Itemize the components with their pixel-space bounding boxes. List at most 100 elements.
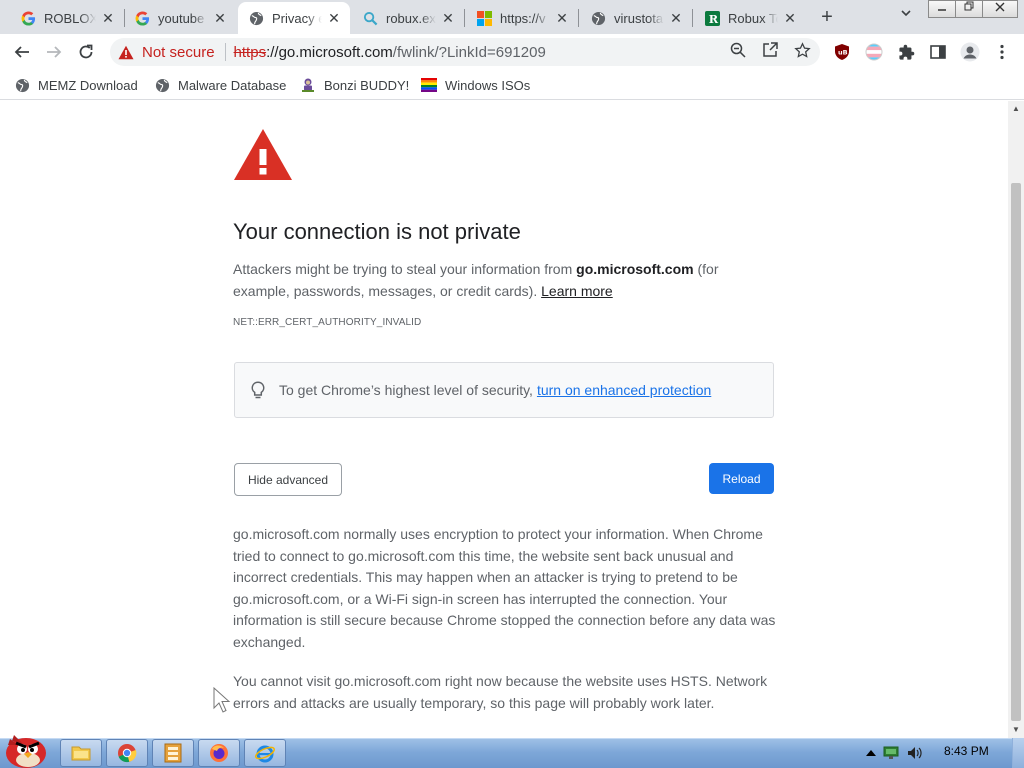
enhanced-protection-box: To get Chrome’s highest level of securit… [234, 362, 774, 418]
pride-extension[interactable] [864, 42, 884, 62]
taskbar-chrome[interactable] [106, 739, 148, 767]
ublock-extension[interactable]: uB [832, 42, 852, 62]
tab-divider [692, 9, 693, 27]
address-bar[interactable]: Not secure https://go.microsoft.com/fwli… [110, 38, 820, 66]
bookmark-bonzi-buddy[interactable]: Bonzi BUDDY! [300, 76, 409, 94]
reload-toolbar-button[interactable] [73, 39, 99, 65]
bookmark-windows-isos[interactable]: Windows ISOs [421, 76, 530, 94]
tab-title: robux.ex [386, 10, 436, 26]
menu-button[interactable] [992, 42, 1012, 62]
close-icon[interactable]: ✕ [326, 10, 342, 26]
close-icon[interactable]: ✕ [554, 10, 570, 26]
show-desktop-button[interactable] [1012, 738, 1024, 768]
url-text[interactable]: https://go.microsoft.com/fwlink/?LinkId=… [234, 44, 546, 61]
star-icon [793, 41, 811, 58]
tray-network[interactable] [882, 744, 900, 762]
close-icon[interactable]: ✕ [212, 10, 228, 26]
details-paragraph: You cannot visit go.microsoft.com right … [233, 673, 768, 711]
profile-button[interactable] [960, 42, 980, 62]
scrollbar-thumb[interactable] [1011, 183, 1021, 721]
tray-volume[interactable] [906, 744, 924, 762]
url-path: /fwlink/?LinkId=691209 [392, 43, 546, 61]
share-button[interactable] [759, 39, 781, 61]
interstitial-page: Your connection is not private Attackers… [0, 101, 1008, 738]
globe-icon [14, 77, 30, 93]
bookmark-malware-database[interactable]: Malware Database [154, 76, 286, 94]
learn-more-link[interactable]: Learn more [541, 283, 613, 299]
tab-title: virustota [614, 10, 664, 26]
close-icon[interactable]: ✕ [440, 10, 456, 26]
ie-icon [255, 745, 275, 763]
enhanced-protection-text: To get Chrome’s highest level of securit… [279, 382, 533, 398]
tab-title: ROBLOX [44, 10, 96, 26]
tab-privacy-error[interactable]: Privacy e ✕ [238, 2, 350, 34]
taskbar-internet-explorer[interactable] [244, 739, 286, 767]
url-scheme: https [233, 43, 267, 61]
tab-youtube[interactable]: youtube ✕ [124, 2, 236, 34]
puzzle-icon [898, 44, 914, 60]
tab-title: Robux To [728, 10, 778, 26]
chevron-up-icon [866, 750, 876, 756]
minimize-icon [938, 9, 946, 11]
tab-search-button[interactable] [894, 6, 918, 30]
enhanced-protection-link[interactable]: turn on enhanced protection [537, 382, 711, 398]
bookmark-star-button[interactable] [791, 39, 813, 61]
explorer-icon [71, 746, 91, 761]
microsoft-icon [476, 10, 492, 26]
tab-divider [578, 9, 579, 27]
back-button[interactable] [9, 39, 35, 65]
restore-button[interactable] [955, 0, 983, 18]
warning-triangle-icon[interactable] [118, 44, 134, 60]
not-secure-label[interactable]: Not secure [142, 44, 215, 61]
start-button[interactable] [0, 729, 52, 768]
hide-advanced-button[interactable]: Hide advanced [234, 463, 342, 496]
taskbar-clock[interactable]: 8:43 PM [944, 744, 989, 758]
search-icon [362, 10, 378, 26]
details-paragraph: go.microsoft.com normally uses encryptio… [233, 526, 776, 650]
site-host: go.microsoft.com [576, 261, 694, 277]
taskbar-archive[interactable] [152, 739, 194, 767]
angry-bird-icon [6, 735, 46, 768]
vertical-scrollbar[interactable]: ▲ ▼ [1008, 101, 1024, 738]
tab-robux-exe[interactable]: robux.ex ✕ [352, 2, 464, 34]
zoom-button[interactable] [727, 39, 749, 61]
robux-icon: R [704, 10, 720, 26]
chrome-icon [118, 744, 137, 763]
show-hidden-icons-button[interactable] [862, 744, 880, 762]
tab-roblox[interactable]: ROBLOX ✕ [10, 2, 124, 34]
side-panel-icon [930, 45, 946, 59]
lightbulb-icon [250, 380, 266, 400]
forward-button[interactable] [41, 39, 67, 65]
bonzi-icon [300, 77, 316, 93]
tab-https[interactable]: https://v ✕ [466, 2, 578, 34]
taskbar-explorer[interactable] [60, 739, 102, 767]
taskbar-firefox[interactable] [198, 739, 240, 767]
scroll-down-icon[interactable]: ▼ [1008, 722, 1024, 738]
bookmark-memz-download[interactable]: MEMZ Download [14, 76, 138, 94]
bookmark-label: Malware Database [178, 77, 287, 93]
close-icon[interactable]: ✕ [668, 10, 684, 26]
archive-icon [164, 743, 182, 763]
side-panel-button[interactable] [928, 42, 948, 62]
rainbow-flag-icon [421, 77, 437, 93]
close-icon[interactable]: ✕ [782, 10, 798, 26]
bookmark-label: Windows ISOs [445, 77, 531, 93]
svg-text:uB: uB [838, 49, 848, 57]
globe-icon [154, 77, 170, 93]
close-icon[interactable]: ✕ [100, 10, 116, 26]
minimize-button[interactable] [928, 0, 956, 18]
ublock-icon: uB [835, 44, 849, 60]
forward-arrow-icon [47, 46, 62, 58]
close-window-button[interactable] [982, 0, 1018, 18]
tab-strip: ROBLOX ✕ youtube ✕ Privacy e ✕ robux.ex … [0, 0, 1024, 34]
chevron-down-icon [901, 10, 911, 17]
extensions-button[interactable] [896, 42, 916, 62]
zoom-out-icon [730, 42, 746, 58]
tab-robux-tool[interactable]: R Robux To ✕ [694, 2, 806, 34]
reload-button[interactable]: Reload [709, 463, 774, 494]
scroll-up-icon[interactable]: ▲ [1008, 101, 1024, 117]
bookmarks-bar: MEMZ Download Malware Database Bonzi BUD… [0, 70, 1024, 100]
tab-virustotal[interactable]: virustota ✕ [580, 2, 692, 34]
new-tab-button[interactable]: + [815, 6, 839, 30]
page-title: Your connection is not private [233, 219, 521, 244]
